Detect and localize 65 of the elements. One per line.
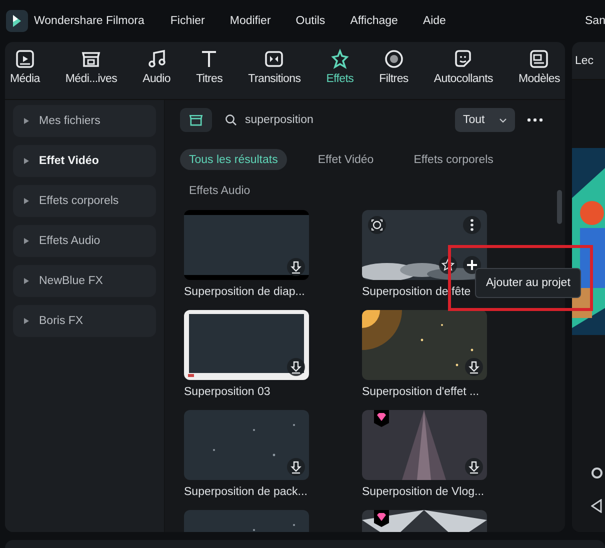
download-icon[interactable]: [465, 358, 483, 376]
media-icon: [14, 48, 36, 70]
effect-title: Superposition de fête: [362, 286, 471, 298]
download-icon[interactable]: [287, 458, 305, 476]
toolbar-tab[interactable]: Autocollants: [432, 46, 494, 99]
music-icon: [146, 48, 168, 70]
sidebar-item[interactable]: Effets Audio: [13, 225, 156, 257]
download-icon[interactable]: [287, 358, 305, 376]
filter-dropdown[interactable]: Tout: [455, 108, 515, 132]
sidebar-item[interactable]: Mes fichiers: [13, 105, 156, 137]
menu-item[interactable]: Outils: [296, 15, 326, 27]
category-tab[interactable]: Effet Vidéo: [308, 149, 383, 170]
toolbar-tab[interactable]: Effets: [325, 46, 355, 99]
effect-title: Superposition d'effet ...: [362, 386, 480, 398]
caret-icon: [24, 198, 29, 204]
template-icon: [528, 48, 550, 70]
playhead-icon[interactable]: [590, 467, 602, 479]
category-tab[interactable]: Effets Audio: [180, 180, 260, 201]
sidebar-item[interactable]: Boris FX: [13, 305, 156, 337]
filter-icon: [382, 48, 405, 70]
search-field[interactable]: superposition: [245, 114, 435, 126]
previous-icon[interactable]: [590, 499, 602, 513]
menu-item[interactable]: Modifier: [230, 15, 271, 27]
effect-title: Superposition de pack...: [184, 486, 308, 498]
toolbar-tab[interactable]: Média: [9, 46, 41, 99]
toolbar-tab[interactable]: Audio: [142, 46, 172, 99]
store-icon: [188, 112, 204, 128]
toolbar-tab[interactable]: Modèles: [518, 46, 561, 99]
caret-icon: [24, 318, 29, 324]
app-title: Wondershare Filmora: [34, 15, 144, 27]
effect-title: Superposition 03: [184, 386, 270, 398]
download-icon[interactable]: [465, 458, 483, 476]
toolbar-tab[interactable]: Titres: [195, 46, 224, 99]
star-icon[interactable]: [439, 256, 457, 274]
more-icon: [527, 118, 543, 122]
category-tab[interactable]: Tous les résultats: [180, 149, 287, 170]
store-button[interactable]: [180, 108, 212, 132]
chevron-icon: [499, 118, 507, 122]
effect-title: Superposition de diap...: [184, 286, 305, 298]
sidebar-item[interactable]: Effets corporels: [13, 185, 156, 217]
search-icon: [225, 114, 237, 126]
menu-item[interactable]: Aide: [422, 15, 446, 27]
caret-icon: [24, 158, 29, 164]
menu-item[interactable]: Fichier: [170, 15, 205, 27]
sidebar-item[interactable]: NewBlue FX: [13, 265, 156, 297]
menu-item[interactable]: Affichage: [350, 15, 398, 27]
sparkle-icon: [328, 48, 351, 70]
toolbar-tab[interactable]: Filtres: [378, 46, 410, 99]
toolbar-tab[interactable]: Transitions: [247, 46, 302, 99]
diamond-icon: [374, 510, 389, 527]
category-tab[interactable]: Effets corporels: [404, 149, 502, 170]
effect-title: Superposition de Vlog...: [362, 486, 484, 498]
toolbar-tab[interactable]: Médi...ives: [64, 46, 118, 99]
transition-icon: [263, 48, 286, 70]
project-title: San: [585, 15, 605, 27]
scrollbar[interactable]: [557, 190, 562, 224]
caret-icon: [24, 278, 29, 284]
caret-icon: [24, 118, 29, 124]
zoom-icon[interactable]: [368, 216, 386, 234]
download-icon[interactable]: [287, 258, 305, 276]
sidebar-item[interactable]: Effet Vidéo: [13, 145, 156, 177]
more-icon[interactable]: [463, 216, 481, 234]
diamond-icon: [374, 410, 389, 427]
caret-icon: [24, 238, 29, 244]
tooltip: Ajouter au projet: [475, 268, 582, 298]
